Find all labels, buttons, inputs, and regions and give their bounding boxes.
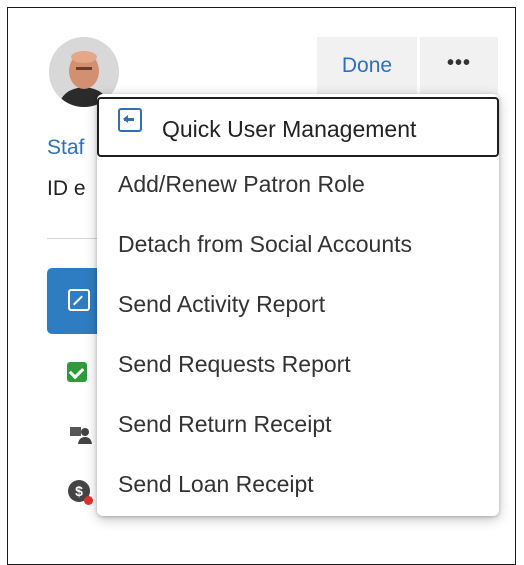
external-link-icon	[68, 289, 90, 311]
menu-item-label: Add/Renew Patron Role	[118, 171, 365, 197]
money-icon[interactable]: $	[68, 480, 93, 505]
menu-item-label: Detach from Social Accounts	[118, 231, 413, 257]
menu-item-label: Send Loan Receipt	[118, 471, 314, 497]
menu-item-add-renew-patron-role[interactable]: Add/Renew Patron Role	[97, 157, 499, 211]
menu-item-send-loan-receipt[interactable]: Send Loan Receipt	[97, 457, 499, 511]
done-button[interactable]: Done	[317, 37, 417, 95]
menu-item-quick-user-management[interactable]: Quick User Management	[97, 97, 499, 157]
user-id-text: ID e	[47, 177, 86, 200]
menu-item-label: Send Requests Report	[118, 351, 351, 377]
menu-item-label: Send Activity Report	[118, 291, 326, 317]
menu-item-label: Quick User Management	[162, 116, 417, 142]
actions-dropdown-menu: Quick User Management Add/Renew Patron R…	[97, 94, 499, 516]
check-icon[interactable]	[67, 362, 87, 382]
people-icon[interactable]	[70, 424, 92, 444]
more-options-button[interactable]: •••	[420, 37, 498, 95]
menu-item-send-activity-report[interactable]: Send Activity Report	[97, 277, 499, 331]
menu-item-label: Send Return Receipt	[118, 411, 332, 437]
alert-dot	[84, 496, 93, 505]
quick-user-management-icon	[118, 108, 142, 132]
staff-link[interactable]: Staf	[47, 136, 97, 160]
menu-item-detach-social-accounts[interactable]: Detach from Social Accounts	[97, 217, 499, 271]
menu-item-send-return-receipt[interactable]: Send Return Receipt	[97, 397, 499, 451]
menu-item-send-requests-report[interactable]: Send Requests Report	[97, 337, 499, 391]
